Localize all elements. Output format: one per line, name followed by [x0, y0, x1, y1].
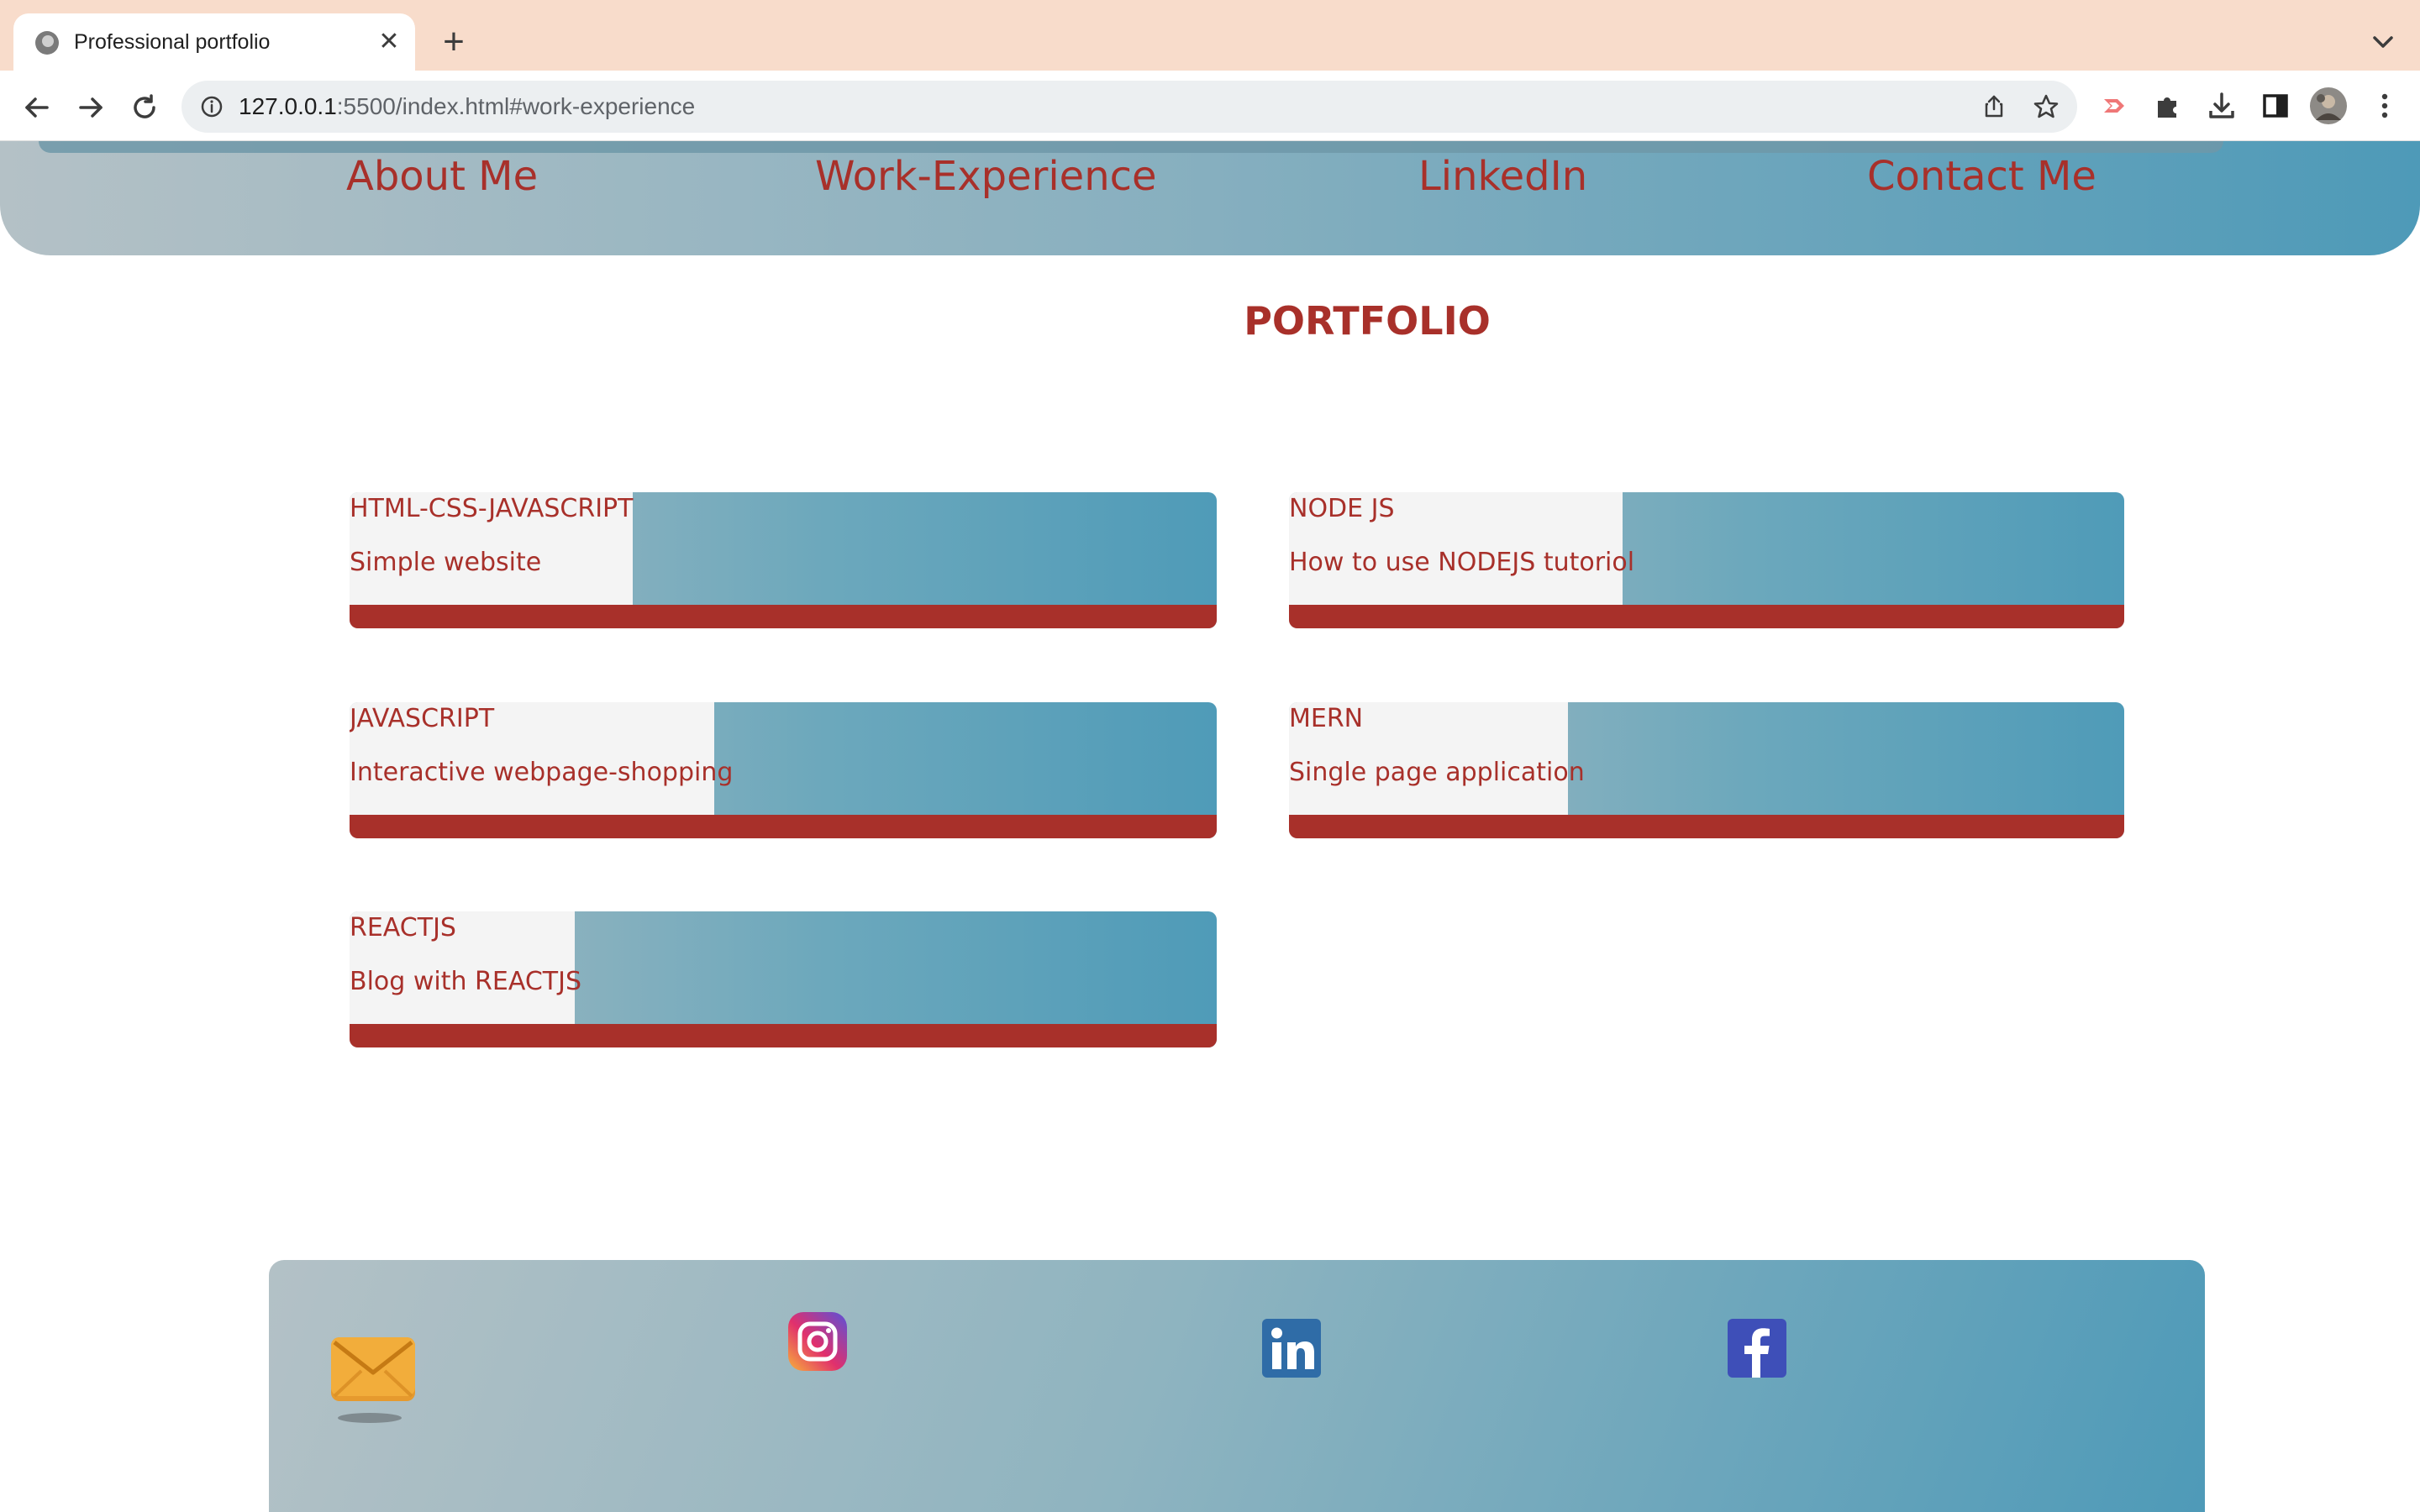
share-icon[interactable] [1980, 92, 2008, 121]
profile-avatar-icon[interactable] [2309, 87, 2348, 125]
linkedin-icon[interactable] [1260, 1317, 1323, 1379]
portfolio-title-wrap: PORTFOLIO [0, 141, 2420, 393]
card-text-block: REACTJS Blog with REACTJS [350, 911, 581, 1024]
portfolio-title: PORTFOLIO [1244, 298, 1491, 344]
card-text-block: JAVASCRIPT Interactive webpage-shopping [350, 702, 733, 815]
browser-tabstrip: Professional portfolio ✕ + [0, 0, 2420, 71]
card-description: Simple website [350, 548, 542, 577]
mail-icon[interactable] [328, 1327, 422, 1425]
card-footer-bar [1289, 815, 2124, 838]
address-bar[interactable]: 127.0.0.1:5500/index.html#work-experienc… [182, 81, 2077, 133]
project-card-javascript[interactable]: JAVASCRIPT Interactive webpage-shopping [350, 702, 1217, 838]
card-text-block: HTML-CSS-JAVASCRIPT Simple website [350, 492, 633, 605]
back-arrow-icon[interactable] [18, 89, 55, 126]
close-tab-icon[interactable]: ✕ [373, 26, 405, 58]
url-path: :5500/index.html#work-experience [336, 93, 696, 119]
reload-icon[interactable] [126, 89, 163, 126]
card-title: HTML-CSS-JAVASCRIPT [350, 494, 634, 523]
site-info-icon[interactable] [200, 95, 224, 118]
card-footer-bar [350, 1024, 1217, 1047]
card-text-block: NODE JS How to use NODEJS tutoriol [1289, 492, 1634, 605]
card-footer-bar [350, 605, 1217, 628]
site-footer [269, 1260, 2205, 1512]
card-description: Single page application [1289, 758, 1585, 787]
more-menu-icon[interactable] [2366, 87, 2403, 124]
card-title: MERN [1289, 704, 1364, 733]
project-card-node-js[interactable]: NODE JS How to use NODEJS tutoriol [1289, 492, 2124, 628]
download-icon[interactable] [2203, 87, 2240, 124]
tab-title: Professional portfolio [74, 30, 271, 54]
card-title: JAVASCRIPT [350, 704, 495, 733]
card-title: NODE JS [1289, 494, 1395, 523]
project-card-reactjs[interactable]: REACTJS Blog with REACTJS [350, 911, 1217, 1047]
browser-toolbar: 127.0.0.1:5500/index.html#work-experienc… [0, 71, 2420, 141]
forward-arrow-icon[interactable] [72, 89, 109, 126]
card-description: Interactive webpage-shopping [350, 758, 734, 787]
side-panel-icon[interactable] [2257, 87, 2294, 124]
extensions-puzzle-icon[interactable] [2149, 87, 2186, 124]
project-card-mern[interactable]: MERN Single page application [1289, 702, 2124, 838]
url-host: 127.0.0.1 [239, 93, 337, 119]
card-footer-bar [1289, 605, 2124, 628]
url-text: 127.0.0.1:5500/index.html#work-experienc… [239, 92, 695, 122]
extension-app-icon[interactable] [2096, 87, 2133, 124]
facebook-icon[interactable] [1726, 1317, 1788, 1379]
chevron-down-icon[interactable] [2366, 25, 2400, 59]
card-description: Blog with REACTJS [350, 967, 581, 996]
project-card-html-css-javascript[interactable]: HTML-CSS-JAVASCRIPT Simple website [350, 492, 1217, 628]
instagram-icon[interactable] [786, 1310, 849, 1373]
new-tab-button[interactable]: + [435, 24, 472, 60]
card-description: How to use NODEJS tutoriol [1289, 548, 1635, 577]
bookmark-star-icon[interactable] [2032, 92, 2060, 121]
card-footer-bar [350, 815, 1217, 838]
browser-tab[interactable]: Professional portfolio ✕ [13, 13, 415, 71]
globe-icon [35, 31, 59, 55]
page-viewport: About Me Work-Experience LinkedIn Contac… [0, 141, 2420, 1512]
card-title: REACTJS [350, 913, 456, 942]
card-text-block: MERN Single page application [1289, 702, 1585, 815]
